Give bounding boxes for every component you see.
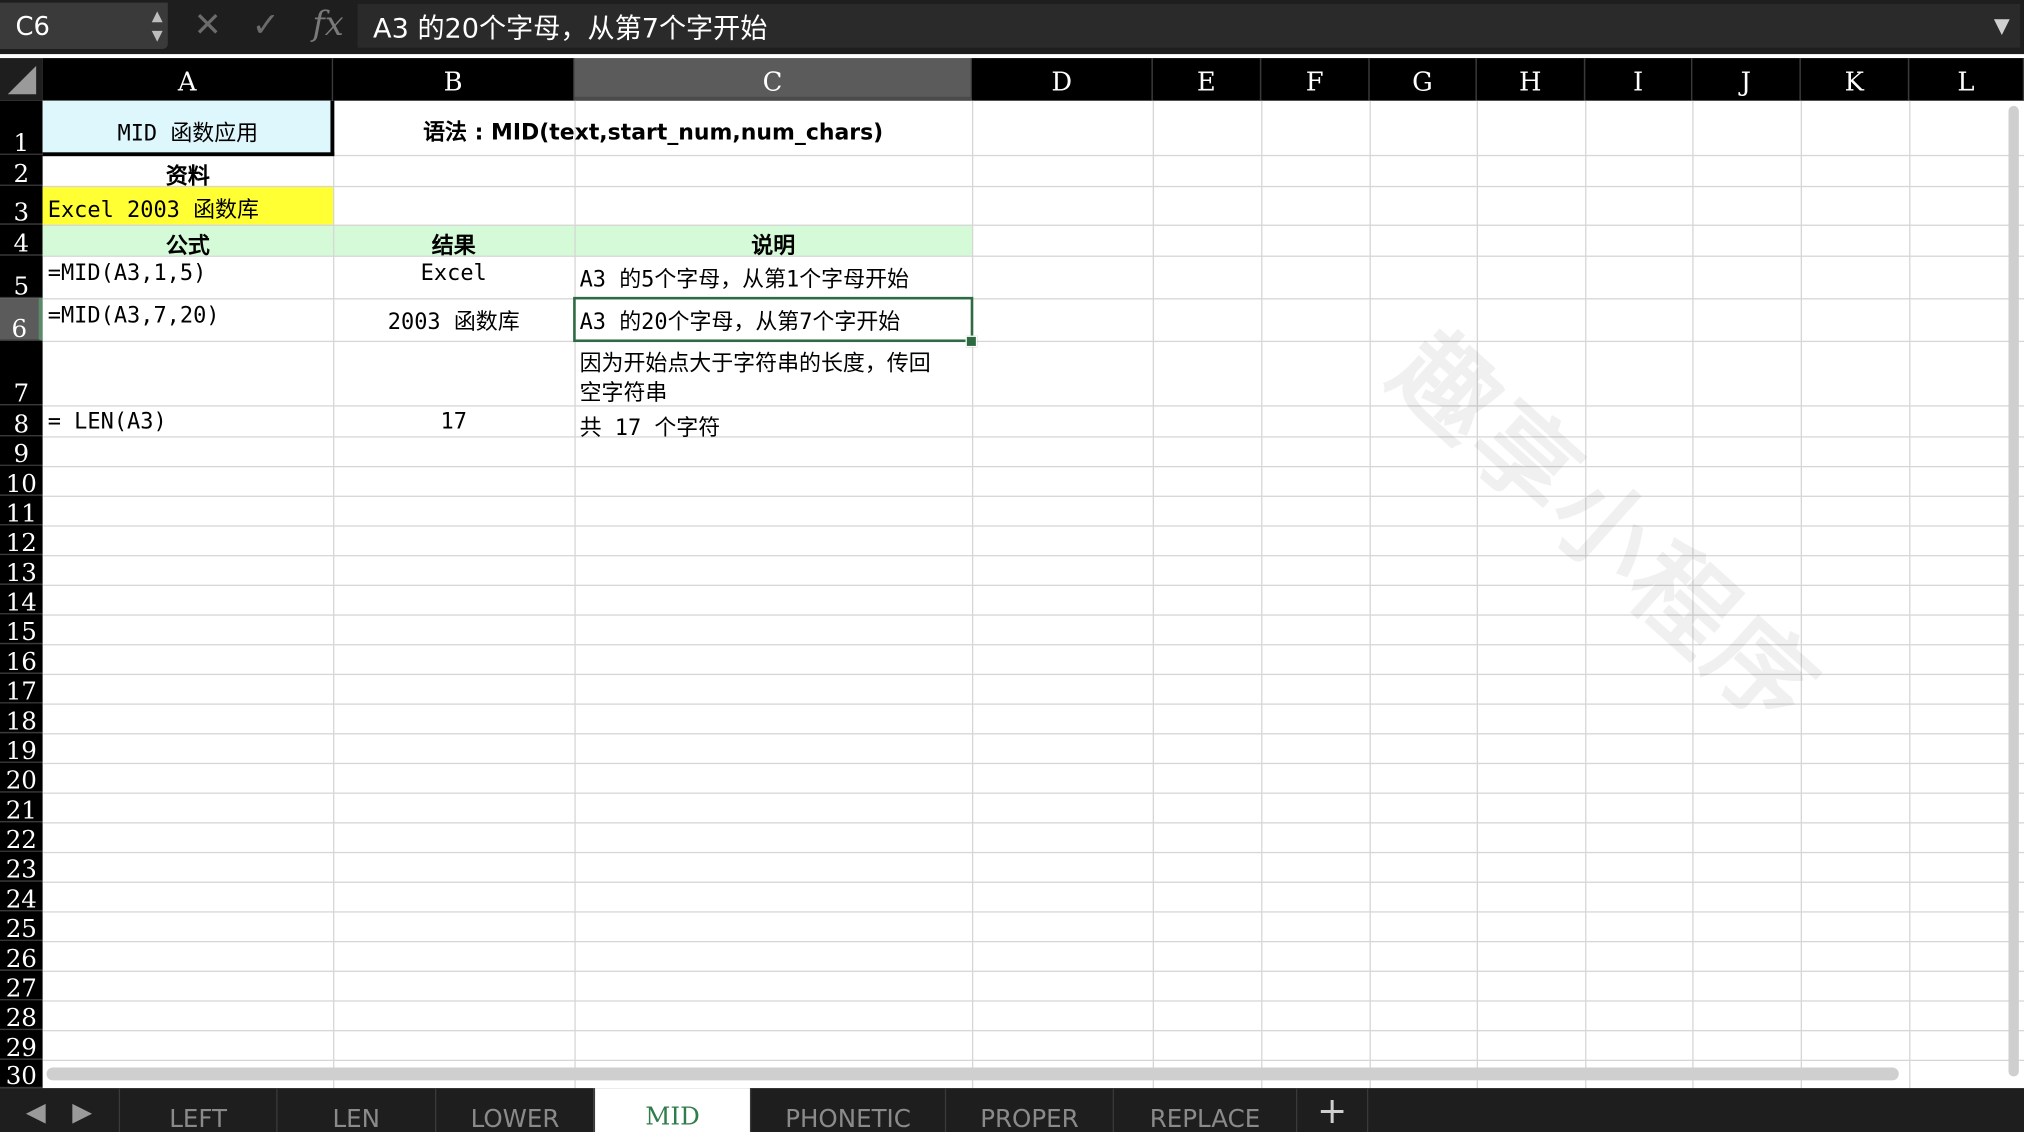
cell-b8[interactable]: 17 (333, 409, 574, 435)
row-header-18[interactable]: 18 (0, 703, 43, 736)
row-header-1[interactable]: 1 (0, 100, 43, 157)
tab-left[interactable]: LEFT (118, 1088, 276, 1132)
cell-a1[interactable]: MID 函数应用 (43, 115, 333, 147)
tab-proper[interactable]: PROPER (944, 1088, 1113, 1132)
formula-bar: C6 ▲ ▼ ✕ ✓ fx A3 的20个字母，从第7个字开始 ▼ (0, 0, 2024, 55)
column-header-g[interactable]: G (1369, 58, 1477, 101)
column-header-c[interactable]: C (574, 58, 972, 101)
name-box[interactable]: C6 ▲ ▼ (0, 2, 168, 50)
row-header-6[interactable]: 6 (0, 298, 43, 343)
column-header-j[interactable]: J (1692, 58, 1801, 101)
row-header-22[interactable]: 22 (0, 822, 43, 854)
add-sheet-plus-icon[interactable]: + (1295, 1088, 1369, 1132)
cell-a5[interactable]: =MID(A3,1,5) (48, 261, 332, 287)
column-header-f[interactable]: F (1261, 58, 1370, 101)
tab-lower[interactable]: LOWER (435, 1088, 594, 1132)
column-header-a[interactable]: A (42, 58, 334, 101)
tab-phonetic[interactable]: PHONETIC (749, 1088, 945, 1132)
row-header-11[interactable]: 11 (0, 495, 43, 528)
fill-handle[interactable] (965, 335, 978, 348)
name-box-value: C6 (15, 10, 50, 42)
cell-a3[interactable]: Excel 2003 函数库 (48, 191, 332, 223)
cell-c5[interactable]: A3 的5个字母，从第1个字母开始 (580, 261, 970, 293)
name-box-stepper-icon[interactable]: ▲ ▼ (152, 6, 163, 45)
cell-c8[interactable]: 共 17 个字符 (580, 409, 970, 442)
cell-b4[interactable]: 结果 (333, 227, 574, 260)
cell-a4[interactable]: 公式 (43, 227, 333, 260)
row-header-25[interactable]: 25 (0, 911, 43, 944)
spreadsheet-window: C6 ▲ ▼ ✕ ✓ fx A3 的20个字母，从第7个字开始 ▼ A B C D… (0, 0, 2024, 1132)
row-header-24[interactable]: 24 (0, 881, 43, 914)
tab-replace[interactable]: REPLACE (1112, 1088, 1296, 1132)
row-header-8[interactable]: 8 (0, 405, 43, 439)
row-header-21[interactable]: 21 (0, 792, 43, 825)
vertical-scrollbar[interactable] (2008, 105, 2019, 1077)
row-header-29[interactable]: 29 (0, 1030, 43, 1062)
horizontal-scrollbar[interactable] (46, 1067, 1899, 1081)
column-header-l[interactable]: L (1909, 58, 2024, 101)
row-header-26[interactable]: 26 (0, 940, 43, 973)
column-header-e[interactable]: E (1152, 58, 1262, 101)
cell-grid[interactable]: 趣享小程序 MID 函数应用 语法 : MID(text,start_num,n… (42, 100, 2024, 1089)
tab-mid[interactable]: MID (593, 1088, 750, 1132)
formula-value: A3 的20个字母，从第7个字开始 (373, 12, 768, 44)
cell-a2[interactable]: 资料 (43, 157, 333, 190)
row-header-7[interactable]: 7 (0, 340, 43, 408)
select-all-triangle-icon (7, 65, 37, 95)
row-header-15[interactable]: 15 (0, 614, 43, 647)
cancel-x-icon[interactable]: ✕ (194, 6, 222, 45)
row-header-30[interactable]: 30 (0, 1059, 43, 1091)
column-header-h[interactable]: H (1476, 58, 1586, 101)
sheet-tab-bar: ◀ ▶ LEFT LEN LOWER MID PHONETIC PROPER R… (0, 1088, 2024, 1132)
formula-input[interactable]: A3 的20个字母，从第7个字开始 ▼ (357, 3, 2021, 48)
select-all-corner[interactable] (0, 58, 43, 101)
row-header-23[interactable]: 23 (0, 851, 43, 884)
cell-c7-line1[interactable]: 因为开始点大于字符串的长度，传回 (580, 345, 970, 377)
row-header-13[interactable]: 13 (0, 555, 43, 587)
row-header-14[interactable]: 14 (0, 584, 43, 617)
row-header-10[interactable]: 10 (0, 465, 43, 498)
cell-b5[interactable]: Excel (333, 261, 574, 287)
tab-len[interactable]: LEN (276, 1088, 435, 1132)
cell-c4[interactable]: 说明 (574, 227, 972, 260)
row-header-2[interactable]: 2 (0, 154, 43, 188)
a1-border-bottom (42, 152, 335, 157)
column-header-k[interactable]: K (1800, 58, 1910, 101)
row-header-19[interactable]: 19 (0, 733, 43, 765)
cell-a8[interactable]: = LEN(A3) (48, 409, 332, 435)
row-header-20[interactable]: 20 (0, 762, 43, 795)
column-header-d[interactable]: D (971, 58, 1153, 101)
row-header-28[interactable]: 28 (0, 1000, 43, 1033)
row-header-16[interactable]: 16 (0, 644, 43, 676)
triangle-right-icon[interactable]: ▶ (72, 1096, 92, 1127)
cell-b6[interactable]: 2003 函数库 (333, 303, 574, 336)
row-header-9[interactable]: 9 (0, 436, 43, 469)
row-header-17[interactable]: 17 (0, 673, 43, 706)
formula-expand-chevron-icon[interactable]: ▼ (1994, 13, 2010, 38)
triangle-left-icon[interactable]: ◀ (26, 1096, 46, 1127)
confirm-check-icon[interactable]: ✓ (252, 6, 280, 45)
cell-a6[interactable]: =MID(A3,7,20) (48, 303, 332, 329)
row-header-3[interactable]: 3 (0, 185, 43, 227)
cell-b1[interactable]: 语法 : MID(text,start_num,num_chars) (334, 114, 972, 146)
row-header-27[interactable]: 27 (0, 970, 43, 1003)
row-header-12[interactable]: 12 (0, 525, 43, 558)
cell-c7-line2[interactable]: 空字符串 (580, 374, 970, 407)
column-header-b[interactable]: B (333, 58, 575, 101)
cell-selection-outline (573, 296, 974, 343)
fx-icon[interactable]: fx (312, 5, 343, 44)
column-header-i[interactable]: I (1585, 58, 1693, 101)
row-header-4[interactable]: 4 (0, 224, 43, 258)
row-header-5[interactable]: 5 (0, 255, 43, 301)
